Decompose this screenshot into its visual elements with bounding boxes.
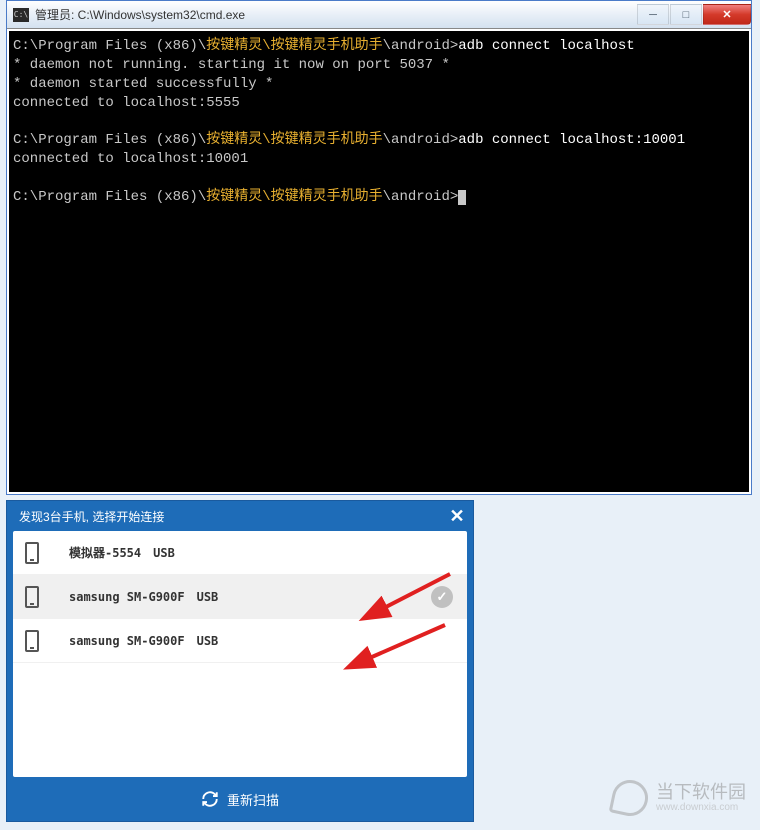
watermark-text: 当下软件园 — [656, 783, 746, 803]
phone-icon — [25, 542, 39, 564]
window-controls: ─ □ ✕ — [636, 4, 751, 25]
maximize-button[interactable]: □ — [670, 4, 702, 25]
device-item[interactable]: samsung SM-G900FUSB ✓ — [13, 575, 467, 619]
minimize-button[interactable]: ─ — [637, 4, 669, 25]
refresh-icon — [201, 790, 219, 808]
device-label: samsung SM-G900FUSB — [69, 634, 218, 648]
close-button[interactable]: ✕ — [703, 4, 751, 25]
phone-icon — [25, 630, 39, 652]
cmd-window: C:\ 管理员: C:\Windows\system32\cmd.exe ─ □… — [6, 0, 752, 495]
window-title: 管理员: C:\Windows\system32\cmd.exe — [35, 6, 636, 23]
device-picker-window: 发现3台手机, 选择开始连接 ✕ 模拟器-5554USB samsung SM-G… — [6, 500, 474, 822]
check-icon: ✓ — [431, 586, 453, 608]
device-close-button[interactable]: ✕ — [441, 501, 473, 531]
titlebar[interactable]: C:\ 管理员: C:\Windows\system32\cmd.exe ─ □… — [7, 1, 751, 29]
terminal-output[interactable]: C:\Program Files (x86)\按键精灵\按键精灵手机助手\and… — [7, 29, 751, 494]
cmd-icon: C:\ — [13, 8, 29, 22]
device-item[interactable]: 模拟器-5554USB — [13, 531, 467, 575]
device-picker-header: 发现3台手机, 选择开始连接 ✕ — [7, 501, 473, 531]
device-picker-title: 发现3台手机, 选择开始连接 — [19, 508, 164, 525]
device-item[interactable]: samsung SM-G900FUSB — [13, 619, 467, 663]
device-label: 模拟器-5554USB — [69, 544, 175, 561]
watermark: 当下软件园 www.downxia.com — [612, 780, 746, 816]
device-list: 模拟器-5554USBsamsung SM-G900FUSB✓samsung S… — [13, 531, 467, 777]
watermark-url: www.downxia.com — [656, 802, 746, 813]
rescan-label: 重新扫描 — [227, 790, 279, 809]
rescan-button[interactable]: 重新扫描 — [7, 777, 473, 821]
device-label: samsung SM-G900FUSB — [69, 590, 218, 604]
watermark-logo-icon — [609, 777, 652, 820]
phone-icon — [25, 586, 39, 608]
